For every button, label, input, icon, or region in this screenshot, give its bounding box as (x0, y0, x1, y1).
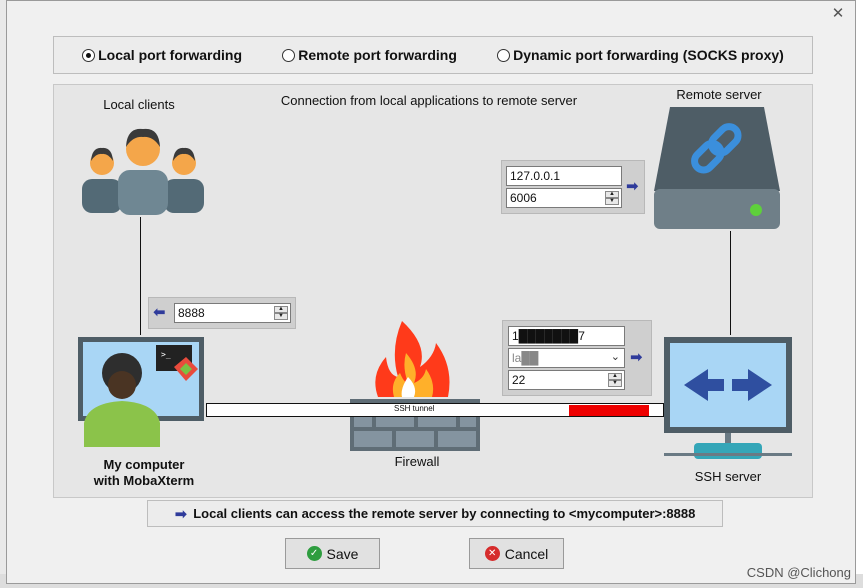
local-port-input[interactable]: 8888 ▲ ▼ (174, 303, 291, 323)
remote-server-connector (730, 231, 731, 335)
remote-server-label: Remote server (676, 87, 762, 102)
arrow-right-icon: ➡ (630, 349, 643, 366)
watermark-text: CSDN @Clichong (746, 565, 851, 580)
local-clients-connector (140, 217, 141, 335)
radio-remote-port-forwarding[interactable]: Remote port forwarding (282, 47, 457, 63)
remote-port-value: 6006 (510, 191, 537, 205)
ssh-tunnel-label: SSH tunnel (394, 404, 435, 413)
cancel-button-label: Cancel (504, 545, 549, 562)
chevron-down-icon: ⌄ (610, 351, 620, 363)
info-message-bar: ➡ Local clients can access the remote se… (147, 500, 723, 527)
ssh-port-input[interactable]: 22 ▲ ▼ (508, 370, 625, 390)
my-computer-label-line2: with MobaXterm (93, 473, 195, 488)
forwarding-diagram: Local clients Connection from local appl… (53, 84, 813, 498)
cancel-button[interactable]: ✕ Cancel (469, 538, 564, 569)
radio-unchecked-icon (282, 48, 296, 62)
radio-label: Local port forwarding (98, 47, 242, 63)
local-port-value: 8888 (178, 306, 205, 320)
close-icon[interactable]: ✕ (829, 5, 847, 23)
radio-dynamic-port-forwarding[interactable]: Dynamic port forwarding (SOCKS proxy) (497, 47, 784, 63)
cancel-x-icon: ✕ (484, 546, 500, 561)
save-button-label: Save (326, 545, 359, 562)
ssh-port-spinner[interactable]: ▲ ▼ (608, 373, 622, 387)
remote-server-link-icon (654, 107, 780, 229)
svg-text:>_: >_ (161, 350, 171, 359)
ssh-tunnel-segment (569, 405, 649, 416)
ssh-server-icon (664, 337, 792, 459)
ssh-port-value: 22 (512, 373, 526, 387)
checkmark-icon: ✓ (306, 546, 322, 561)
local-port-spinner[interactable]: ▲ ▼ (274, 306, 288, 320)
radio-checked-icon (82, 48, 96, 62)
firewall-flame-icon (350, 321, 480, 451)
ssh-server-box: 1███████7 la██ ⌄ 22 ▲ ▼ ➡ (502, 320, 652, 396)
save-button[interactable]: ✓ Save (285, 538, 380, 569)
my-computer-mobaxterm-icon: >_ (78, 337, 204, 447)
users-group-icon (82, 128, 204, 215)
arrow-right-icon: ➡ (626, 178, 639, 195)
forwarding-type-radio-group: Local port forwarding Remote port forwar… (53, 36, 813, 74)
radio-local-port-forwarding[interactable]: Local port forwarding (82, 47, 242, 63)
radio-unchecked-icon (497, 48, 511, 62)
arrow-right-icon: ➡ (174, 505, 188, 523)
firewall-label: Firewall (394, 454, 440, 469)
ssh-server-host-input[interactable]: 1███████7 (508, 326, 625, 346)
ssh-user-select[interactable]: la██ ⌄ (508, 348, 625, 368)
ssh-server-label: SSH server (694, 469, 762, 484)
remote-destination-box: 127.0.0.1 6006 ▲ ▼ ➡ (501, 160, 645, 214)
info-message-text: Local clients can access the remote serv… (193, 506, 696, 521)
ssh-tunnel-dialog: ✕ Local port forwarding Remote port forw… (6, 0, 856, 584)
local-clients-label: Local clients (103, 97, 175, 112)
connection-title: Connection from local applications to re… (280, 93, 578, 108)
ssh-user-value: la██ (512, 351, 539, 365)
local-port-box: ⬅ 8888 ▲ ▼ (148, 297, 296, 329)
arrow-left-icon: ⬅ (153, 304, 166, 321)
remote-port-spinner[interactable]: ▲ ▼ (605, 191, 619, 205)
my-computer-label-line1: My computer (103, 457, 185, 472)
radio-label: Dynamic port forwarding (SOCKS proxy) (513, 47, 784, 63)
remote-host-input[interactable]: 127.0.0.1 (506, 166, 622, 186)
radio-label: Remote port forwarding (298, 47, 457, 63)
remote-port-input[interactable]: 6006 ▲ ▼ (506, 188, 622, 208)
